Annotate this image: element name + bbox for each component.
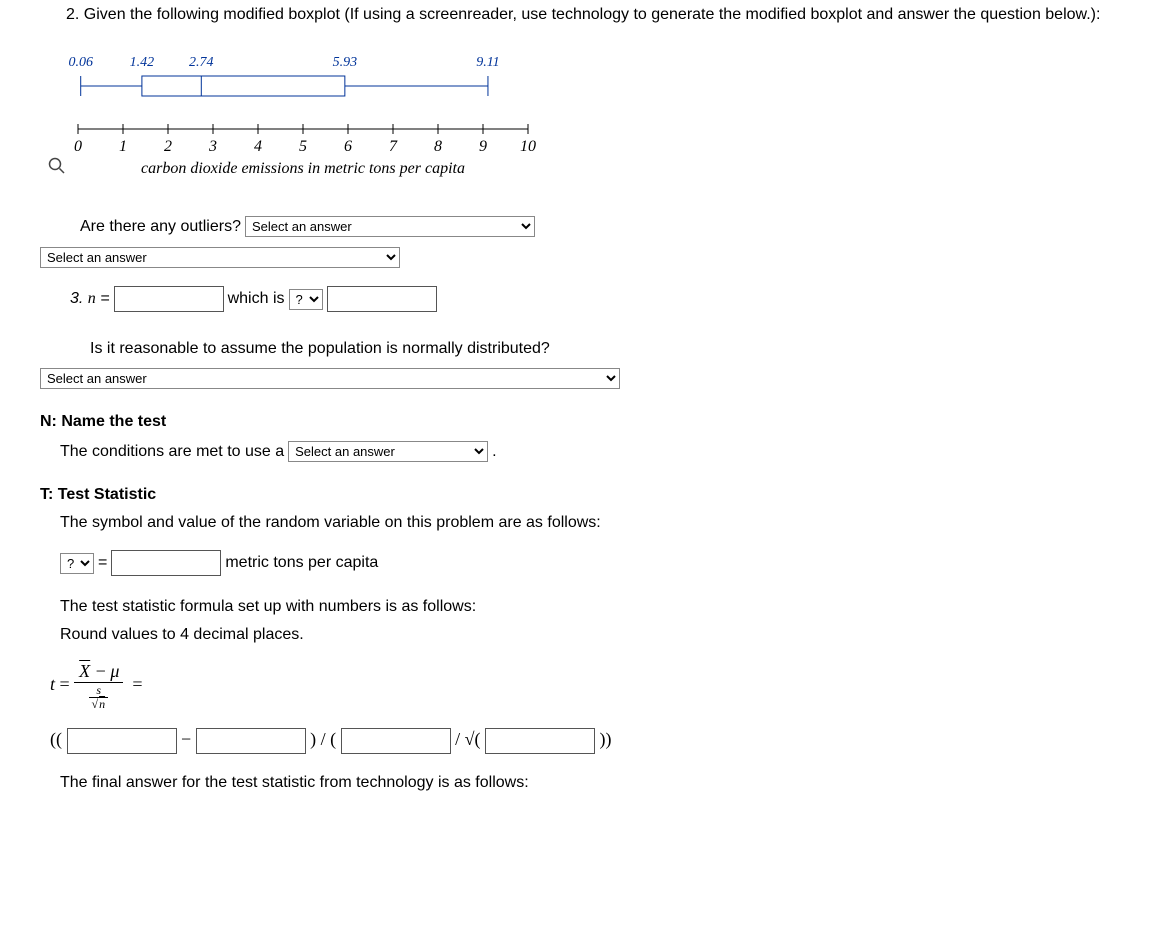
boxplot-svg: 0.06 1.42 2.74 5.93 9.11 [38, 51, 608, 181]
calc-mu-input[interactable] [196, 728, 306, 754]
tstat-line3: Round values to 4 decimal places. [60, 626, 1130, 644]
n-input[interactable] [114, 286, 224, 312]
tstat-formula: t = X − μ s √n = [50, 662, 1130, 710]
name-test-heading: N: Name the test [40, 413, 1130, 431]
q2-prompt: 2. Given the following modified boxplot … [66, 4, 1130, 26]
name-test-line: The conditions are met to use a [60, 443, 284, 461]
which-is-label: which is [228, 290, 285, 308]
tstat-line1: The symbol and value of the random varia… [60, 514, 1130, 532]
q3-label-n: 3. n = [70, 290, 110, 308]
boxplot-value-q1: 1.42 [130, 55, 155, 70]
tick-5: 5 [299, 138, 307, 155]
xbar-symbol: X [78, 662, 91, 681]
calc-xbar-input[interactable] [67, 728, 177, 754]
normal-select[interactable]: Select an answer [40, 368, 620, 389]
boxplot-value-max: 9.11 [476, 55, 499, 70]
outliers-question: Are there any outliers? [80, 218, 241, 236]
tstat-final-line: The final answer for the test statistic … [60, 774, 1130, 792]
rv-value-input[interactable] [111, 550, 221, 576]
calc-close2: )) [600, 730, 612, 750]
which-is-input[interactable] [327, 286, 437, 312]
rv-equals: = [98, 554, 107, 572]
rv-symbol-select[interactable]: ? [60, 553, 94, 574]
calc-s-input[interactable] [341, 728, 451, 754]
tick-8: 8 [434, 138, 442, 155]
tick-10: 10 [520, 138, 536, 155]
boxplot-value-q3: 5.93 [333, 55, 358, 70]
magnify-icon[interactable] [48, 157, 66, 180]
tick-4: 4 [254, 138, 262, 155]
name-test-select[interactable]: Select an answer [288, 441, 488, 462]
tick-2: 2 [164, 138, 172, 155]
outliers-select-2[interactable]: Select an answer [40, 247, 400, 268]
sqrt-symbol: √ [91, 697, 98, 711]
boxplot-value-median: 2.74 [189, 55, 214, 70]
tick-9: 9 [479, 138, 487, 155]
mu-symbol: μ [110, 661, 119, 681]
calc-minus: − [181, 730, 191, 750]
calc-n-input[interactable] [485, 728, 595, 754]
boxplot-value-min: 0.06 [68, 55, 93, 70]
tstat-heading: T: Test Statistic [40, 486, 1130, 504]
tick-3: 3 [208, 138, 217, 155]
tick-7: 7 [389, 138, 398, 155]
which-is-select[interactable]: ? [289, 289, 323, 310]
n-symbol: n [98, 698, 106, 711]
tick-1: 1 [119, 138, 127, 155]
normal-question: Is it reasonable to assume the populatio… [90, 340, 550, 357]
tstat-line2: The test statistic formula set up with n… [60, 598, 1130, 616]
s-symbol: s [89, 684, 108, 698]
tick-6: 6 [344, 138, 352, 155]
calc-close1: ) / ( [310, 730, 336, 750]
name-test-period: . [492, 443, 496, 461]
calc-open: (( [50, 730, 62, 750]
rv-units: metric tons per capita [225, 554, 378, 572]
boxplot-figure: 0.06 1.42 2.74 5.93 9.11 [38, 51, 1122, 204]
calc-sqrt: / √( [455, 730, 480, 750]
tick-0: 0 [74, 138, 82, 155]
outliers-select-1[interactable]: Select an answer [245, 216, 535, 237]
tstat-calc-line: (( − ) / ( / √( )) [50, 728, 1130, 754]
boxplot-x-label: carbon dioxide emissions in metric tons … [141, 160, 465, 177]
